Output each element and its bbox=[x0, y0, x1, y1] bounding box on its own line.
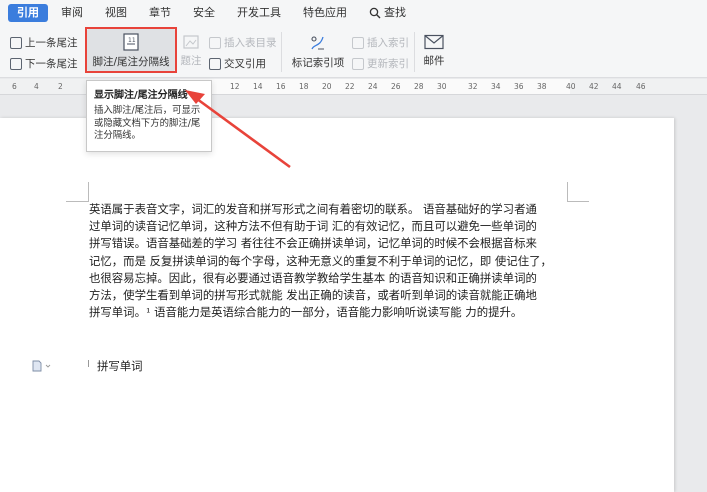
body-line: 方法，使学生看到单词的拼写形式就能 发出正确的读音，或者听到单词的读音就能正确地 bbox=[89, 288, 537, 303]
prev-endnote-icon bbox=[10, 36, 22, 49]
mark-index-label: 标记索引项 bbox=[291, 57, 345, 69]
margin-corner-mark bbox=[88, 182, 89, 202]
margin-corner-mark bbox=[567, 201, 589, 202]
tab-developer[interactable]: 开发工具 bbox=[228, 4, 290, 22]
paragraph-mark bbox=[88, 360, 89, 367]
ruler-label: 36 bbox=[514, 82, 524, 91]
ruler-label: 24 bbox=[368, 82, 378, 91]
ruler-label: 14 bbox=[253, 82, 263, 91]
body-line: 拼写单词。¹ 语音能力是英语综合能力的一部分，语音能力影响听说读写能 力的提升。 bbox=[89, 305, 523, 320]
body-line: 拼写错误。语音基础差的学习 者往往不会正确拼读单词，记忆单词的时候不会根据音标来 bbox=[89, 236, 537, 251]
document-body[interactable]: 英语属于表音文字，词汇的发音和拼写形式之间有着密切的联系。 语音基础好的学习者通… bbox=[89, 201, 569, 321]
tab-references[interactable]: 引用 bbox=[8, 4, 48, 22]
insert-index-label: 插入索引 bbox=[367, 37, 409, 49]
ruler-label: 38 bbox=[537, 82, 547, 91]
document-icon bbox=[32, 360, 51, 372]
tab-section[interactable]: 章节 bbox=[140, 4, 180, 22]
tab-view[interactable]: 视图 bbox=[96, 4, 136, 22]
ruler-label: 44 bbox=[612, 82, 622, 91]
mark-index-button[interactable]: 标记索引项 bbox=[290, 30, 346, 70]
search-icon bbox=[369, 7, 381, 19]
update-index-icon bbox=[352, 57, 364, 70]
caption-label: 题注 bbox=[180, 55, 202, 67]
cross-reference-icon bbox=[209, 57, 221, 70]
tooltip: 显示脚注/尾注分隔线 插入脚注/尾注后，可显示或隐藏文档下方的脚注/尾注分隔线。 bbox=[86, 80, 212, 152]
paragraph-menu-button[interactable] bbox=[32, 360, 52, 372]
ruler-label: 28 bbox=[414, 82, 424, 91]
insert-toc-icon bbox=[209, 36, 221, 49]
ruler-label: 2 bbox=[58, 82, 63, 91]
tab-security[interactable]: 安全 bbox=[184, 4, 224, 22]
cross-reference-button[interactable]: 交叉引用 bbox=[209, 56, 266, 71]
next-endnote-icon bbox=[10, 57, 22, 70]
next-endnote-button[interactable]: 下一条尾注 bbox=[10, 56, 78, 71]
ruler-label: 26 bbox=[391, 82, 401, 91]
ruler-label: 4 bbox=[34, 82, 39, 91]
ruler-label: 20 bbox=[322, 82, 332, 91]
margin-corner-mark bbox=[567, 182, 568, 202]
mark-index-icon bbox=[311, 36, 324, 50]
highlight-box bbox=[85, 27, 177, 73]
update-index-label: 更新索引 bbox=[367, 58, 409, 70]
tooltip-title: 显示脚注/尾注分隔线 bbox=[94, 90, 188, 101]
ruler-label: 42 bbox=[589, 82, 599, 91]
insert-index-button[interactable]: 插入索引 bbox=[352, 35, 409, 50]
second-paragraph[interactable]: 拼写单词 bbox=[97, 358, 143, 374]
ribbon-separator bbox=[281, 32, 282, 72]
ruler-label: 40 bbox=[566, 82, 576, 91]
prev-endnote-label: 上一条尾注 bbox=[25, 37, 78, 49]
search-label: 查找 bbox=[384, 6, 406, 19]
tab-features[interactable]: 特色应用 bbox=[294, 4, 356, 22]
caption-icon bbox=[183, 35, 199, 49]
body-line: 过单词的读音记忆单词，这种方法不但有助于词 汇的有效记忆，而且可以避免一些单词的 bbox=[89, 219, 537, 234]
ruler-label: 22 bbox=[345, 82, 355, 91]
ruler-label: 16 bbox=[276, 82, 286, 91]
update-index-button[interactable]: 更新索引 bbox=[352, 56, 409, 71]
next-endnote-label: 下一条尾注 bbox=[25, 58, 78, 70]
ruler-label: 18 bbox=[299, 82, 309, 91]
margin-corner-mark bbox=[66, 201, 88, 202]
body-line: 英语属于表音文字，词汇的发音和拼写形式之间有着密切的联系。 语音基础好的学习者通 bbox=[89, 202, 537, 216]
search-button[interactable]: 查找 bbox=[360, 4, 415, 22]
ribbon-separator bbox=[414, 32, 415, 72]
ruler-label: 46 bbox=[636, 82, 646, 91]
tab-review[interactable]: 审阅 bbox=[52, 4, 92, 22]
cross-reference-label: 交叉引用 bbox=[224, 58, 266, 70]
ruler-label: 6 bbox=[12, 82, 17, 91]
mail-button[interactable]: 邮件 bbox=[420, 30, 448, 70]
body-line: 记忆，而是 反复拼读单词的每个字母，这种无意义的重复不利于单词的记忆，即 使记住… bbox=[89, 253, 552, 268]
ruler-label: 12 bbox=[230, 82, 240, 91]
menu-bar: 引用 审阅 视图 章节 安全 开发工具 特色应用 查找 bbox=[0, 0, 707, 26]
body-line: 也很容易忘掉。因此，很有必要通过语音教学教给学生基本 的语音知识和正确拼读单词的 bbox=[89, 270, 537, 285]
ruler-label: 32 bbox=[468, 82, 478, 91]
ruler-label: 30 bbox=[437, 82, 447, 91]
insert-toc-label: 插入表目录 bbox=[224, 37, 277, 49]
prev-endnote-button[interactable]: 上一条尾注 bbox=[10, 35, 78, 50]
ruler-label: 34 bbox=[491, 82, 501, 91]
mail-label: 邮件 bbox=[423, 55, 445, 67]
insert-toc-button[interactable]: 插入表目录 bbox=[209, 35, 277, 50]
mail-icon bbox=[424, 34, 444, 50]
tooltip-description: 插入脚注/尾注后，可显示或隐藏文档下方的脚注/尾注分隔线。 bbox=[94, 105, 201, 142]
insert-index-icon bbox=[352, 36, 364, 49]
caption-button[interactable]: 题注 bbox=[178, 30, 204, 70]
